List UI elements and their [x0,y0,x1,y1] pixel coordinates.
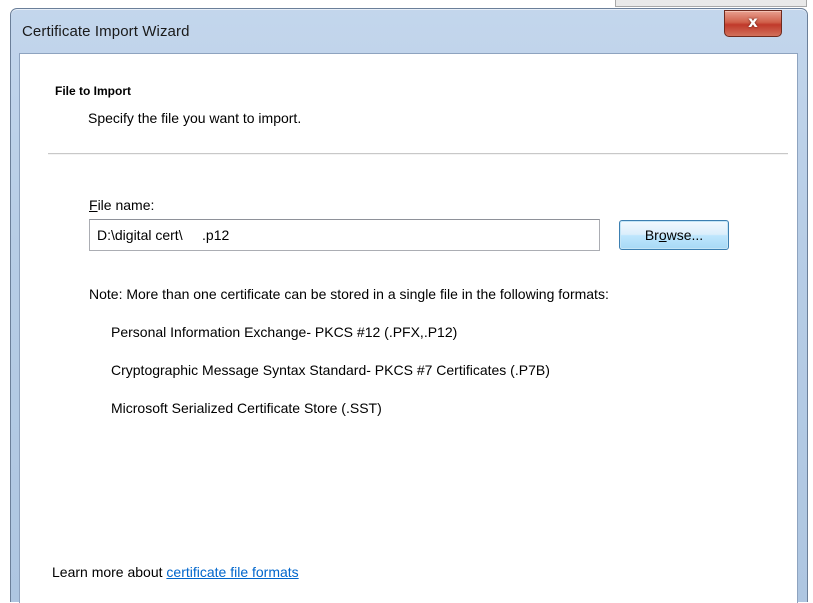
header-divider [48,153,788,155]
certificate-file-formats-link[interactable]: certificate file formats [166,564,298,580]
learn-more-text: Learn more about certificate file format… [52,564,299,580]
title-bar[interactable]: Certificate Import Wizard x [11,9,807,53]
formats-note: Note: More than one certificate can be s… [89,286,609,302]
page-subtitle: Specify the file you want to import. [88,110,302,126]
format-item-sst: Microsoft Serialized Certificate Store (… [111,400,382,416]
file-name-input[interactable] [89,219,600,251]
format-item-pfx: Personal Information Exchange- PKCS #12 … [111,324,458,340]
close-button[interactable]: x [724,10,782,37]
browse-button[interactable]: Browse... [619,220,729,250]
browse-label-pre: Br [644,227,659,243]
browse-label-mnemonic: o [658,227,667,243]
certificate-import-wizard-window: Certificate Import Wizard x File to Impo… [10,8,808,603]
browse-label-post: wse... [666,227,704,243]
file-name-label-mnemonic: F [89,197,98,213]
format-item-p7b: Cryptographic Message Syntax Standard- P… [111,362,550,378]
close-icon: x [748,13,758,31]
page-title: File to Import [55,84,131,98]
file-name-label-text: ile name: [97,197,155,213]
window-title: Certificate Import Wizard [22,23,190,40]
background-window-edge [615,0,807,7]
wizard-page: File to Import Specify the file you want… [19,53,798,603]
learn-more-prefix: Learn more about [52,564,167,580]
file-name-label: File name: [89,197,154,213]
